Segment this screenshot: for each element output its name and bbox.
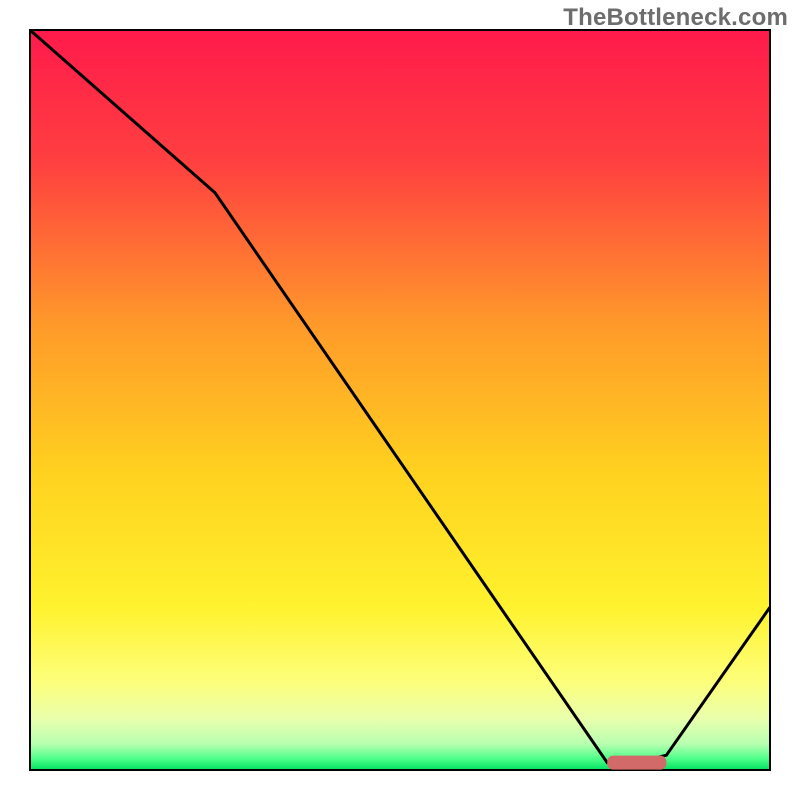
- optimal-range-marker: [607, 756, 666, 770]
- bottleneck-chart: [0, 0, 800, 800]
- watermark-text: TheBottleneck.com: [563, 4, 788, 32]
- plot-background: [30, 30, 770, 770]
- chart-container: TheBottleneck.com: [0, 0, 800, 800]
